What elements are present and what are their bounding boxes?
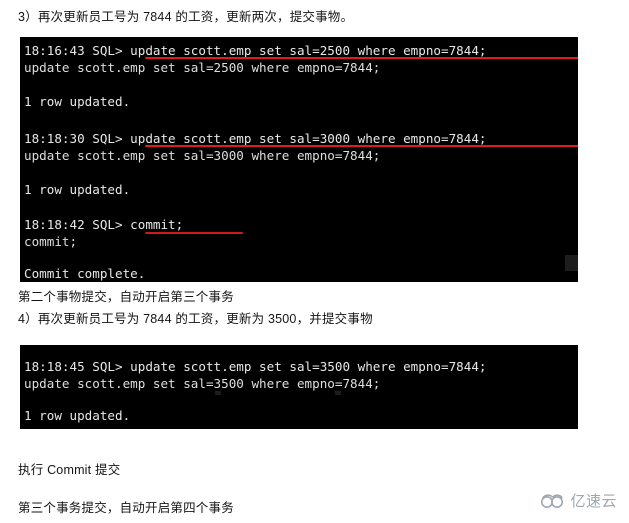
watermark-text: 亿速云	[570, 492, 617, 510]
note-third-transaction-committed: 第三个事务提交，自动开启第四个事务	[18, 501, 234, 515]
terminal1-line-12: commit;	[24, 234, 78, 249]
highlight-underline-commit	[145, 232, 243, 234]
highlight-underline-update-3000	[145, 145, 578, 147]
terminal1-line-9: 1 row updated.	[24, 182, 131, 197]
terminal1-artifact	[565, 255, 578, 271]
step-4-description: 4）再次更新员工号为 7844 的工资，更新为 3500，并提交事物	[18, 312, 373, 326]
terminal1-line-4: 1 row updated.	[24, 94, 131, 109]
terminal2-line-2: update scott.emp set sal=3500 where empn…	[24, 376, 381, 391]
terminal-block-2: 18:18:45 SQL> update scott.emp set sal=3…	[20, 345, 578, 429]
terminal-block-1: 18:16:43 SQL> update scott.emp set sal=2…	[20, 37, 578, 282]
terminal2-line-4: 1 row updated.	[24, 408, 131, 423]
cloud-icon	[540, 493, 566, 509]
terminal2-artifact-1	[215, 391, 221, 395]
step-3-description: 3）再次更新员工号为 7844 的工资，更新两次，提交事物。	[18, 10, 354, 24]
terminal2-artifact-2	[335, 391, 341, 395]
highlight-underline-update-2500	[145, 57, 578, 59]
terminal1-line-14: Commit complete.	[24, 266, 146, 281]
watermark: 亿速云	[540, 490, 617, 511]
terminal1-line-11: 18:18:42 SQL> commit;	[24, 217, 184, 232]
terminal1-line-2: update scott.emp set sal=2500 where empn…	[24, 60, 381, 75]
document-page: 3）再次更新员工号为 7844 的工资，更新两次，提交事物。 18:16:43 …	[0, 0, 629, 523]
terminal2-line-1: 18:18:45 SQL> update scott.emp set sal=3…	[24, 359, 487, 374]
note-second-transaction-committed: 第二个事物提交，自动开启第三个事务	[18, 290, 234, 304]
note-execute-commit: 执行 Commit 提交	[18, 463, 121, 477]
terminal1-line-7: update scott.emp set sal=3000 where empn…	[24, 148, 381, 163]
